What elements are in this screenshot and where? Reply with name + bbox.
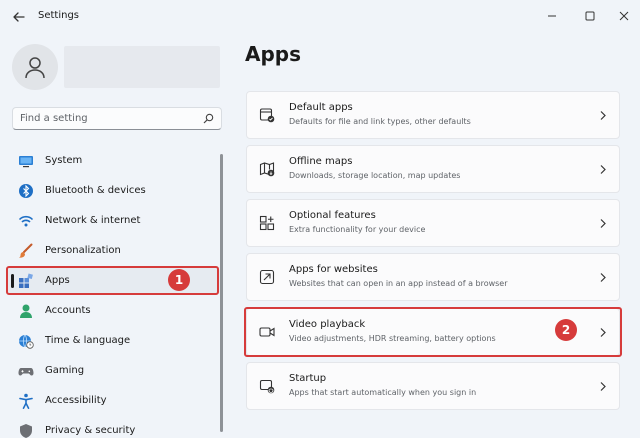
- callout-badge-1: 1: [168, 269, 190, 291]
- search-box[interactable]: [12, 107, 222, 130]
- card-title: Optional features: [289, 210, 376, 221]
- sidebar-item-privacy-security[interactable]: Privacy & security: [8, 417, 220, 438]
- search-input[interactable]: [20, 111, 190, 126]
- person-icon: [20, 304, 32, 318]
- card-title: Apps for websites: [289, 264, 378, 275]
- card-apps-for-websites[interactable]: Apps for websites Websites that can open…: [246, 253, 620, 301]
- callout-badge-2: 2: [555, 319, 577, 341]
- window-title: Settings: [38, 10, 80, 21]
- sidebar-item-label: System: [45, 155, 83, 166]
- card-title: Default apps: [289, 102, 353, 113]
- card-description: Apps that start automatically when you s…: [289, 388, 477, 397]
- sidebar-item-label: Gaming: [45, 365, 85, 376]
- sidebar-item-gaming[interactable]: Gaming: [8, 357, 220, 385]
- chevron-right-icon: [600, 273, 606, 282]
- sidebar-item-label: Accessibility: [45, 395, 107, 406]
- chevron-right-icon: [600, 382, 606, 391]
- sidebar-item-system[interactable]: System: [8, 147, 220, 175]
- brush-icon: [19, 243, 33, 258]
- sidebar-item-label: Network & internet: [45, 215, 141, 226]
- maximize-icon[interactable]: [580, 6, 600, 26]
- sidebar-item-label: Privacy & security: [45, 425, 136, 436]
- person-avatar-icon: [25, 57, 45, 79]
- card-title: Startup: [289, 373, 327, 384]
- avatar[interactable]: [12, 44, 58, 90]
- gamepad-icon: [18, 368, 34, 376]
- sidebar-item-label: Bluetooth & devices: [45, 185, 146, 196]
- card-startup[interactable]: Startup Apps that start automatically wh…: [246, 362, 620, 410]
- card-title: Offline maps: [289, 156, 353, 167]
- sidebar-item-label: Personalization: [45, 245, 121, 256]
- card-description: Defaults for file and link types, other …: [289, 117, 471, 126]
- sidebar-item-network[interactable]: Network & internet: [8, 207, 220, 235]
- sidebar-item-accessibility[interactable]: Accessibility: [8, 387, 220, 415]
- minimize-icon[interactable]: [542, 6, 562, 26]
- card-optional-features[interactable]: Optional features Extra functionality fo…: [246, 199, 620, 247]
- sidebar-item-label: Time & language: [45, 335, 131, 346]
- sidebar-item-label: Accounts: [45, 305, 91, 316]
- startup-icon: [259, 379, 275, 394]
- card-offline-maps[interactable]: Offline maps Downloads, storage location…: [246, 145, 620, 193]
- card-description: Websites that can open in an app instead…: [289, 279, 508, 288]
- sidebar-item-bluetooth[interactable]: Bluetooth & devices: [8, 177, 220, 205]
- card-default-apps[interactable]: Default apps Defaults for file and link …: [246, 91, 620, 139]
- sidebar-scrollbar[interactable]: [220, 154, 223, 432]
- monitor-icon: [19, 156, 33, 168]
- back-arrow-icon[interactable]: [12, 10, 26, 24]
- accessibility-icon: [19, 393, 33, 409]
- card-description: Extra functionality for your device: [289, 225, 426, 234]
- add-feature-icon: [259, 215, 275, 231]
- title-bar: Settings: [0, 0, 640, 34]
- chevron-right-icon: [600, 165, 606, 174]
- chevron-right-icon: [600, 219, 606, 228]
- blurred-account-name: [64, 46, 220, 88]
- close-icon[interactable]: [614, 6, 634, 26]
- sidebar-item-accounts[interactable]: Accounts: [8, 297, 220, 325]
- bluetooth-icon: [19, 184, 33, 198]
- open-in-app-icon: [259, 269, 275, 285]
- default-apps-icon: [259, 108, 275, 123]
- globe-clock-icon: [19, 334, 34, 349]
- map-icon: [259, 162, 275, 177]
- sidebar-item-time-language[interactable]: Time & language: [8, 327, 220, 355]
- wifi-icon: [18, 215, 34, 227]
- card-description: Downloads, storage location, map updates: [289, 171, 461, 180]
- page-title: Apps: [245, 42, 302, 66]
- sidebar-item-personalization[interactable]: Personalization: [8, 237, 220, 265]
- chevron-right-icon: [600, 111, 606, 120]
- shield-icon: [20, 424, 32, 438]
- search-icon[interactable]: [203, 113, 214, 124]
